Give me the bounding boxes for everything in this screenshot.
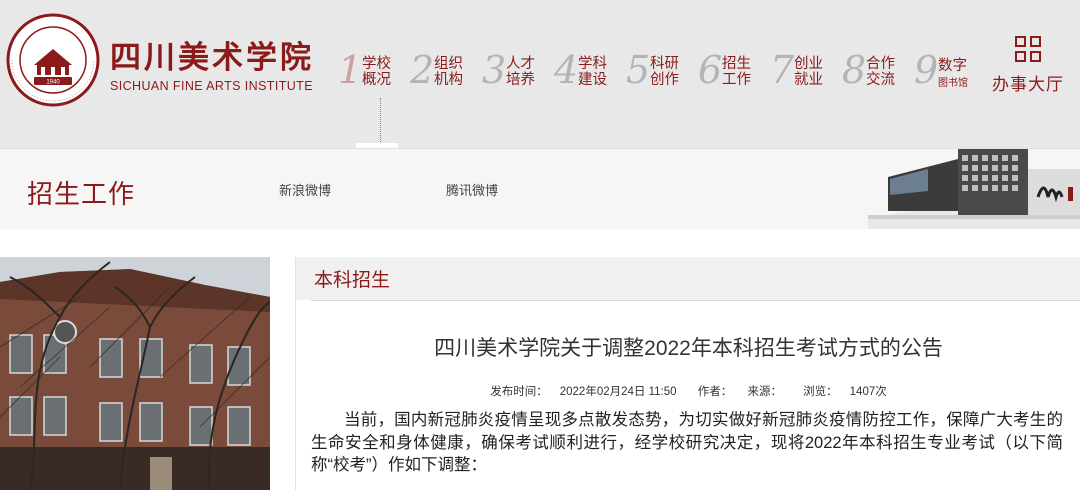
campus-building-photo xyxy=(0,257,270,490)
article-body: 当前，国内新冠肺炎疫情呈现多点散发态势，为切实做好新冠肺炎疫情防控工作，保障广大… xyxy=(311,411,1063,474)
service-hall-button[interactable]: 办事大厅 xyxy=(990,36,1066,95)
top-header: 1940 四川美术学院 SICHUAN FINE ARTS INSTITUTE … xyxy=(0,0,1080,149)
section-header: 招生工作 新浪微博 腾讯微博 xyxy=(0,148,1080,229)
panel-header: 本科招生 xyxy=(296,257,1080,300)
source: 来源： xyxy=(747,386,782,398)
svg-text:1940: 1940 xyxy=(46,80,60,86)
active-nav-marker xyxy=(380,98,381,146)
school-name-cn[interactable]: 四川美术学院 xyxy=(110,42,314,74)
panel-title: 本科招生 xyxy=(314,270,391,291)
campus-building-banner xyxy=(868,149,1080,229)
school-seal-logo[interactable]: 1940 xyxy=(6,13,100,107)
article-panel: 本科招生 四川美术学院关于调整2022年本科招生考试方式的公告 发布时间： 202… xyxy=(295,257,1080,490)
article-title: 四川美术学院关于调整2022年本科招生考试方式的公告 xyxy=(434,337,943,360)
author: 作者： xyxy=(697,386,733,398)
service-hall-label: 办事大厅 xyxy=(992,75,1064,94)
section-title: 招生工作 xyxy=(27,179,136,209)
publish-time: 发布时间： 2022年02月24日 11:50 xyxy=(490,386,677,398)
tencent-weibo-link[interactable]: 腾讯微博 xyxy=(446,180,498,199)
nav-item-digital-label: 数字 xyxy=(938,58,967,74)
nav-item-library-label: 图书馆 xyxy=(938,78,968,89)
grid-icon xyxy=(1013,36,1043,66)
views: 浏览： 1407次 xyxy=(803,386,887,398)
panel-divider xyxy=(311,300,1080,301)
sina-weibo-link[interactable]: 新浪微博 xyxy=(279,180,331,199)
school-name-en[interactable]: SICHUAN FINE ARTS INSTITUTE xyxy=(110,79,313,93)
article-meta: 发布时间： 2022年02月24日 11:50 作者： 来源： 浏览： 1407次 xyxy=(296,383,1080,399)
